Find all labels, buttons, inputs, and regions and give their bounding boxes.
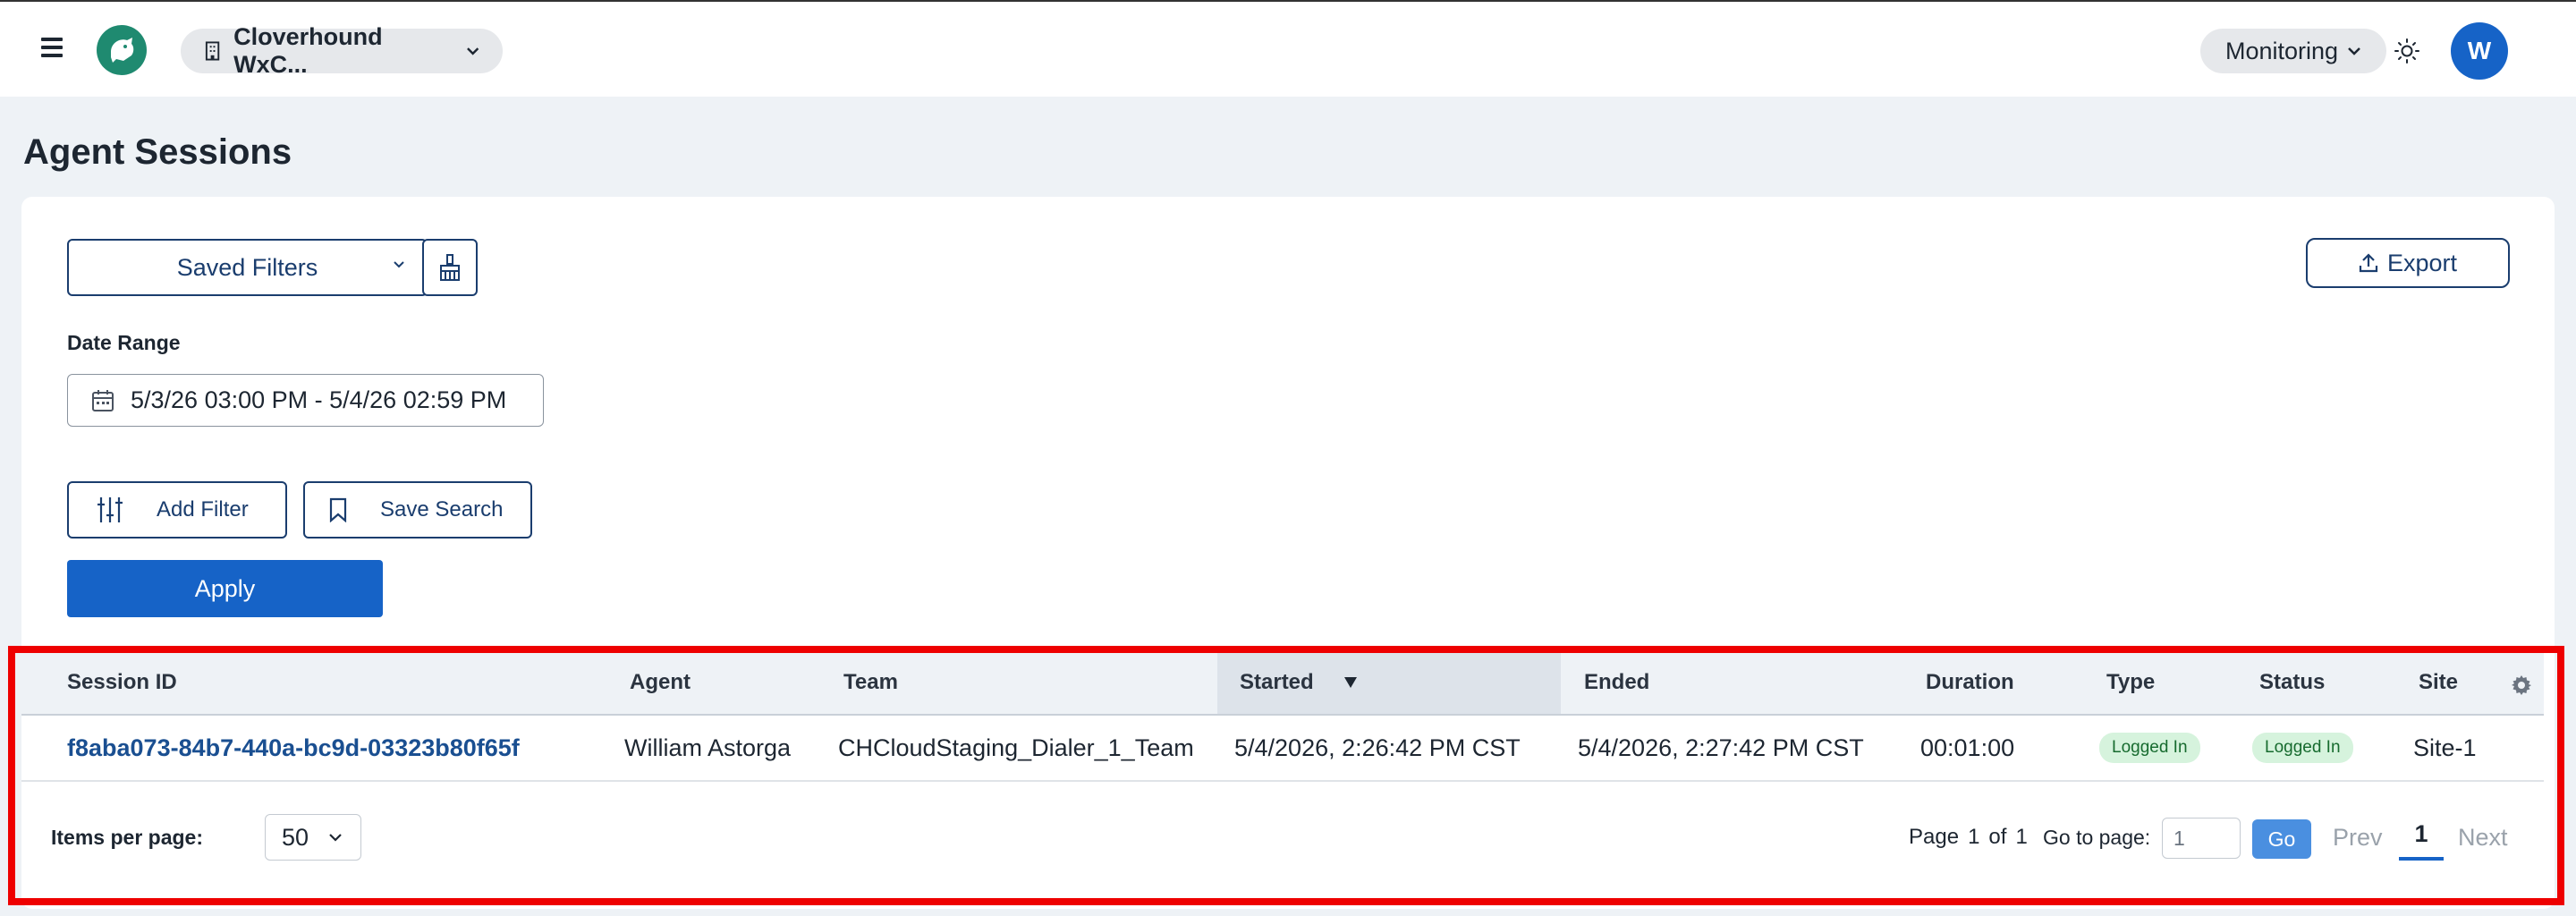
current-page: 1 xyxy=(1968,825,1980,849)
duration-cell: 00:01:00 xyxy=(1920,734,2015,761)
column-header-agent[interactable]: Agent xyxy=(630,651,691,714)
apply-button[interactable]: Apply xyxy=(67,560,383,617)
export-label: Export xyxy=(2386,249,2458,276)
theme-toggle-sun-icon[interactable] xyxy=(2394,38,2420,64)
type-cell: Logged In xyxy=(2099,716,2200,780)
chevron-down-icon xyxy=(466,47,479,55)
items-per-page-select[interactable]: 50 xyxy=(265,814,361,861)
column-header-session-id[interactable]: Session ID xyxy=(67,651,177,714)
agent-cell: William Astorga xyxy=(624,734,792,761)
date-range-label: Date Range xyxy=(67,331,181,354)
type-badge: Logged In xyxy=(2099,733,2200,763)
page-title: Agent Sessions xyxy=(23,132,292,172)
saved-filters-label: Saved Filters xyxy=(176,253,318,281)
building-icon xyxy=(205,41,220,61)
items-per-page-label: Items per page: xyxy=(51,825,203,849)
user-avatar[interactable]: W xyxy=(2451,22,2508,80)
add-filter-button[interactable]: Add Filter xyxy=(67,481,287,539)
goto-page-input[interactable] xyxy=(2162,818,2241,859)
main-card: Saved Filters Export Date Range 5/3/26 0… xyxy=(21,197,2555,909)
export-button[interactable]: Export xyxy=(2306,238,2510,288)
date-range-input[interactable]: 5/3/26 03:00 PM - 5/4/26 02:59 PM xyxy=(67,374,544,427)
column-header-type[interactable]: Type xyxy=(2106,651,2155,714)
calendar-icon xyxy=(92,389,114,411)
page-indicator: Page 1 of 1 xyxy=(1909,784,2028,891)
chevron-down-icon xyxy=(394,261,404,268)
save-search-label: Save Search xyxy=(380,497,504,522)
page-1-button[interactable]: 1 xyxy=(2399,810,2444,861)
add-filter-label: Add Filter xyxy=(157,497,249,522)
column-header-started-label: Started xyxy=(1240,670,1314,694)
top-bar: Cloverhound WxC... Monitoring W xyxy=(0,0,2576,97)
column-header-ended[interactable]: Ended xyxy=(1584,651,1649,714)
date-range-value: 5/3/26 03:00 PM - 5/4/26 02:59 PM xyxy=(131,386,507,413)
sliders-icon xyxy=(97,497,123,522)
team-cell: CHCloudStaging_Dialer_1_Team xyxy=(838,734,1194,761)
next-page-button[interactable]: Next xyxy=(2458,784,2508,891)
org-selector[interactable]: Cloverhound WxC... xyxy=(181,23,503,78)
status-cell: Logged In xyxy=(2252,716,2353,780)
session-id-link[interactable]: f8aba073-84b7-440a-bc9d-03323b80f65f xyxy=(67,716,520,780)
saved-filters-dropdown[interactable]: Saved Filters xyxy=(67,239,428,296)
total-pages: 1 xyxy=(2015,825,2028,849)
gear-icon[interactable] xyxy=(2511,674,2532,696)
table-header: Session ID Agent Team Started Ended Dura… xyxy=(21,651,2544,716)
broom-icon xyxy=(440,254,460,281)
of-label: of xyxy=(1988,825,2007,849)
monitoring-dropdown[interactable]: Monitoring xyxy=(2200,29,2386,73)
upload-icon xyxy=(2359,253,2378,273)
sort-descending-icon xyxy=(1343,677,1357,688)
goto-page-label: Go to page: xyxy=(2043,825,2151,849)
clear-filters-button[interactable] xyxy=(422,239,478,296)
status-badge: Logged In xyxy=(2252,733,2353,763)
sessions-table: Session ID Agent Team Started Ended Dura… xyxy=(21,651,2555,909)
brand-logo[interactable] xyxy=(97,25,147,75)
monitoring-label: Monitoring xyxy=(2224,37,2339,64)
dog-logo-icon xyxy=(111,38,134,63)
chevron-down-icon xyxy=(2348,47,2360,55)
items-per-page-value: 50 xyxy=(282,823,309,851)
org-name: Cloverhound WxC... xyxy=(233,23,383,78)
column-header-started[interactable]: Started xyxy=(1217,651,1561,714)
column-header-team[interactable]: Team xyxy=(843,651,898,714)
ended-cell: 5/4/2026, 2:27:42 PM CST xyxy=(1578,734,1864,761)
chevron-down-icon xyxy=(329,834,342,842)
started-cell: 5/4/2026, 2:26:42 PM CST xyxy=(1234,734,1521,761)
bookmark-icon xyxy=(329,497,347,522)
table-row[interactable]: f8aba073-84b7-440a-bc9d-03323b80f65f Wil… xyxy=(21,716,2544,782)
site-cell: Site-1 xyxy=(2413,734,2477,761)
column-header-site[interactable]: Site xyxy=(2419,651,2458,714)
column-header-duration[interactable]: Duration xyxy=(1926,651,2014,714)
menu-icon[interactable] xyxy=(41,38,63,57)
page-label: Page xyxy=(1909,825,1960,849)
pagination-bar: Items per page: 50 Page 1 of 1 Go to pag… xyxy=(21,784,2544,891)
go-button[interactable]: Go xyxy=(2252,819,2311,859)
column-header-status[interactable]: Status xyxy=(2259,651,2325,714)
save-search-button[interactable]: Save Search xyxy=(303,481,532,539)
prev-page-button[interactable]: Prev xyxy=(2333,784,2383,891)
